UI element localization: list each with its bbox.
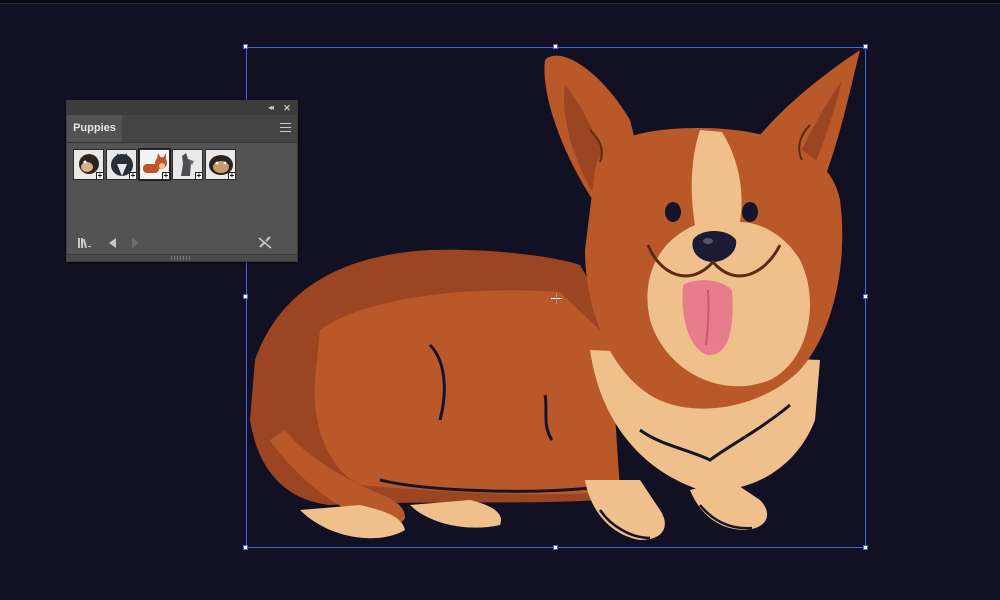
thumbnail-schnauzer[interactable]: +: [172, 149, 203, 180]
panel-titlebar[interactable]: ◂◂ ✕: [67, 101, 297, 115]
resize-handle-middle-right[interactable]: [863, 294, 868, 299]
collapse-icon[interactable]: ◂◂: [265, 103, 275, 113]
break-link-icon[interactable]: [257, 236, 273, 250]
symbols-panel: ◂◂ ✕ Puppies + + + + +: [66, 100, 298, 262]
panel-menu-icon[interactable]: [280, 123, 291, 133]
next-icon[interactable]: [127, 236, 143, 250]
tab-puppies[interactable]: Puppies: [67, 115, 122, 142]
close-icon[interactable]: ✕: [282, 103, 292, 113]
panel-footer: [67, 233, 297, 253]
resize-grip[interactable]: [171, 256, 191, 260]
plus-icon: +: [96, 171, 103, 180]
thumbnail-pug[interactable]: +: [73, 149, 104, 180]
resize-handle-top-right[interactable]: [863, 44, 868, 49]
resize-handle-bottom-right[interactable]: [863, 545, 868, 550]
resize-handle-top-middle[interactable]: [553, 44, 558, 49]
center-point-icon: [551, 293, 562, 304]
plus-icon: +: [195, 171, 202, 180]
resize-handle-bottom-left[interactable]: [243, 545, 248, 550]
plus-icon: +: [129, 171, 136, 180]
thumbnail-bulldog[interactable]: +: [205, 149, 236, 180]
corgi-artwork[interactable]: [0, 0, 1000, 600]
plus-icon: +: [162, 171, 169, 180]
panel-tab-row: Puppies: [67, 115, 297, 143]
library-icon[interactable]: [77, 236, 93, 250]
thumbnail-husky[interactable]: +: [106, 149, 137, 180]
resize-handle-bottom-middle[interactable]: [553, 545, 558, 550]
plus-icon: +: [228, 171, 235, 180]
resize-handle-top-left[interactable]: [243, 44, 248, 49]
thumbnail-corgi[interactable]: +: [138, 148, 171, 181]
previous-icon[interactable]: [105, 236, 121, 250]
resize-handle-middle-left[interactable]: [243, 294, 248, 299]
